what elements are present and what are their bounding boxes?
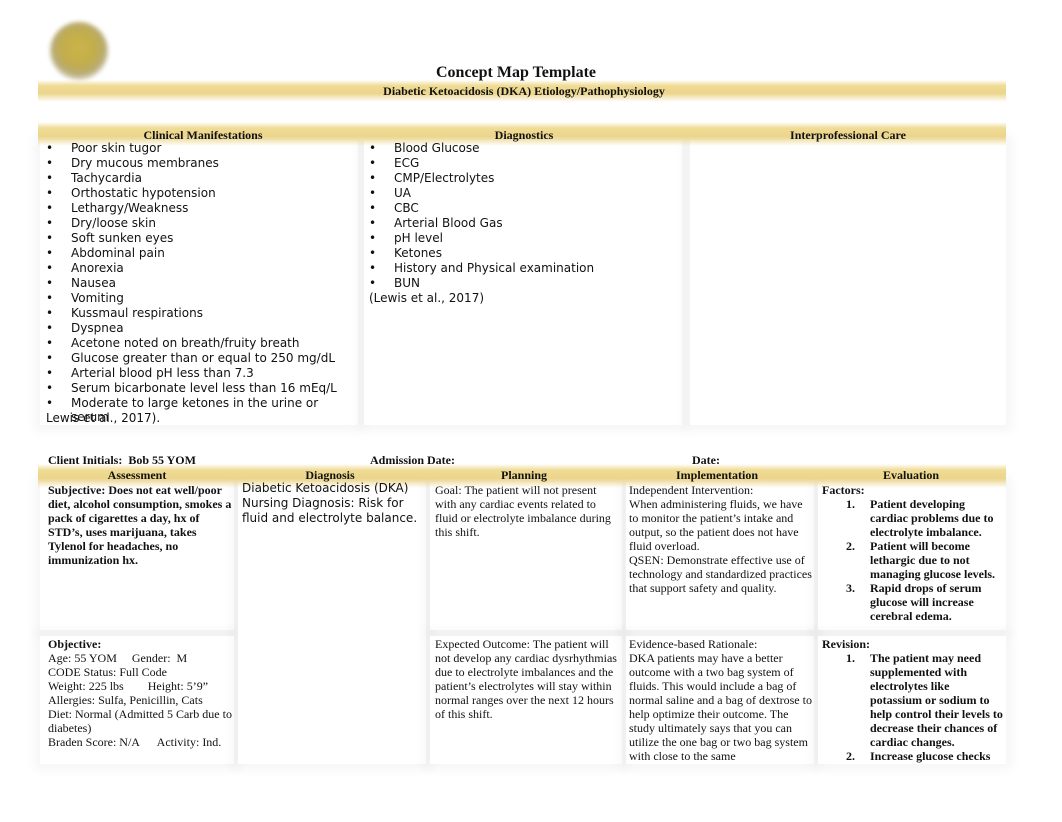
clinical-manifestation-item: Dry mucous membranes bbox=[46, 156, 356, 171]
revision-label: Revision: bbox=[822, 637, 870, 651]
factors-list: 1. Patient developing cardiac problems du… bbox=[846, 497, 1004, 623]
planning-goal: Goal: The patient will not present with … bbox=[435, 483, 611, 539]
factors-label: Factors: bbox=[822, 483, 865, 497]
medical-diagnosis: Diabetic Ketoacidosis (DKA) bbox=[242, 481, 409, 495]
diagnostic-item: CMP/Electrolytes bbox=[369, 171, 679, 186]
factor-item: 2. Patient will become lethargic due to n… bbox=[846, 539, 1004, 581]
list-number: 2. bbox=[846, 749, 855, 763]
objective-line: Braden Score: N/A Activity: Ind. bbox=[48, 735, 222, 749]
clinical-manifestation-item: Abdominal pain bbox=[46, 246, 356, 261]
nursing-diagnosis: Nursing Diagnosis: Risk for fluid and el… bbox=[242, 496, 418, 525]
clinical-manifestation-item: Soft sunken eyes bbox=[46, 231, 356, 246]
list-text: Patient will become lethargic due to not… bbox=[870, 539, 995, 581]
clinical-manifestations-list: Poor skin tugorDry mucous membranesTachy… bbox=[46, 141, 356, 424]
list-number: 1. bbox=[846, 497, 855, 511]
clinical-manifestation-item: Vomiting bbox=[46, 291, 356, 306]
objective-line: Age: 55 YOM Gender: M bbox=[48, 651, 188, 665]
diagnostic-item: Arterial Blood Gas bbox=[369, 216, 679, 231]
implementation-content: Independent Intervention: When administe… bbox=[629, 483, 814, 595]
clinical-manifestation-item: Serum bicarbonate level less than 16 mEq… bbox=[46, 381, 356, 396]
rationale-text: DKA patients may have a better outcome w… bbox=[629, 651, 812, 763]
list-text: Patient developing cardiac problems due … bbox=[870, 497, 994, 539]
clinical-manifestation-item: Acetone noted on breath/fruity breath bbox=[46, 336, 356, 351]
diagnostics-content: Blood GlucoseECGCMP/ElectrolytesUACBCArt… bbox=[369, 141, 679, 305]
planning-expected-outcome: Expected Outcome: The patient will not d… bbox=[435, 637, 617, 721]
diagnostic-item: History and Physical examination bbox=[369, 261, 679, 276]
evaluation-factors: Factors: 1. Patient developing cardiac pr… bbox=[822, 483, 1004, 623]
evaluation-heading: Evaluation bbox=[882, 468, 939, 482]
diagnostic-item: BUN bbox=[369, 276, 679, 291]
clinical-manifestation-item: Anorexia bbox=[46, 261, 356, 276]
diagnostic-item: pH level bbox=[369, 231, 679, 246]
clinical-manifestation-item: Poor skin tugor bbox=[46, 141, 356, 156]
list-number: 1. bbox=[846, 651, 855, 665]
clinical-manifestation-item: Moderate to large ketones in the urine o… bbox=[46, 396, 356, 424]
revision-item: 1. The patient may need supplemented with… bbox=[846, 651, 1004, 749]
revision-list: 1. The patient may need supplemented with… bbox=[846, 651, 1004, 763]
diagnostic-item: ECG bbox=[369, 156, 679, 171]
clinical-manifestation-item: Glucose greater than or equal to 250 mg/… bbox=[46, 351, 356, 366]
factor-item: 1. Patient developing cardiac problems du… bbox=[846, 497, 1004, 539]
objective-label: Objective: bbox=[48, 637, 102, 651]
clinical-manifestation-item: Orthostatic hypotension bbox=[46, 186, 356, 201]
rationale-label: Evidence-based Rationale: bbox=[629, 637, 758, 651]
evaluation-revision: Revision: 1. The patient may need supplem… bbox=[822, 637, 1004, 763]
clinical-manifestation-item: Arterial blood pH less than 7.3 bbox=[46, 366, 356, 381]
diagnosis-content: Diabetic Ketoacidosis (DKA) Nursing Diag… bbox=[242, 481, 426, 526]
interprofessional-care-content[interactable] bbox=[696, 146, 996, 416]
assessment-heading: Assessment bbox=[107, 468, 167, 482]
factor-item: 3. Rapid drops of serum glucose will incr… bbox=[846, 581, 1004, 623]
diagnostic-item: CBC bbox=[369, 201, 679, 216]
diagnostics-citation: (Lewis et al., 2017) bbox=[369, 291, 485, 305]
intervention-label: Independent Intervention: bbox=[629, 483, 754, 497]
clinical-manifestation-item: Kussmaul respirations bbox=[46, 306, 356, 321]
objective-lines: Age: 55 YOM Gender: M CODE Status: Full C… bbox=[48, 651, 232, 749]
diagnostic-item: UA bbox=[369, 186, 679, 201]
objective-line: Allergies: Sulfa, Penicillin, Cats bbox=[48, 693, 203, 707]
diagnostic-item: Blood Glucose bbox=[369, 141, 679, 156]
intervention-text: When administering fluids, we have to mo… bbox=[629, 497, 803, 553]
objective-line: Weight: 225 lbs Height: 5’9” bbox=[48, 679, 209, 693]
implementation-heading: Implementation bbox=[676, 468, 758, 482]
qsen-text: QSEN: Demonstrate effective use of techn… bbox=[629, 553, 812, 595]
list-number: 3. bbox=[846, 581, 855, 595]
clinical-manifestation-item: Nausea bbox=[46, 276, 356, 291]
objective-line: Diet: Normal (Admitted 5 Carb due to dia… bbox=[48, 707, 232, 735]
planning-heading: Planning bbox=[500, 468, 548, 482]
clinical-manifestation-item: Lethargy/Weakness bbox=[46, 201, 356, 216]
list-number: 2. bbox=[846, 539, 855, 553]
rationale-content: Evidence-based Rationale: DKA patients m… bbox=[629, 637, 814, 763]
diagnostic-item: Ketones bbox=[369, 246, 679, 261]
assessment-subjective: Subjective: Does not eat well/poor diet,… bbox=[48, 483, 232, 567]
list-text: Increase glucose checks bbox=[870, 749, 991, 763]
assessment-objective: Objective: Age: 55 YOM Gender: M CODE Sta… bbox=[48, 637, 232, 749]
clinical-manifestation-item: Dyspnea bbox=[46, 321, 356, 336]
clinical-manifestations-content: Poor skin tugorDry mucous membranesTachy… bbox=[46, 141, 356, 425]
interprofessional-care-heading: Interprofessional Care bbox=[790, 128, 906, 142]
diagnostics-list: Blood GlucoseECGCMP/ElectrolytesUACBCArt… bbox=[369, 141, 679, 291]
list-text: The patient may need supplemented with e… bbox=[870, 651, 1003, 749]
clinical-manifestation-item: Dry/loose skin bbox=[46, 216, 356, 231]
objective-line: CODE Status: Full Code bbox=[48, 665, 168, 679]
clinical-manifestation-item: Tachycardia bbox=[46, 171, 356, 186]
list-text: Rapid drops of serum glucose will increa… bbox=[870, 581, 982, 623]
page-subtitle: Diabetic Ketoacidosis (DKA) Etiology/Pat… bbox=[383, 84, 665, 98]
revision-item: 2. Increase glucose checks bbox=[846, 749, 1004, 763]
